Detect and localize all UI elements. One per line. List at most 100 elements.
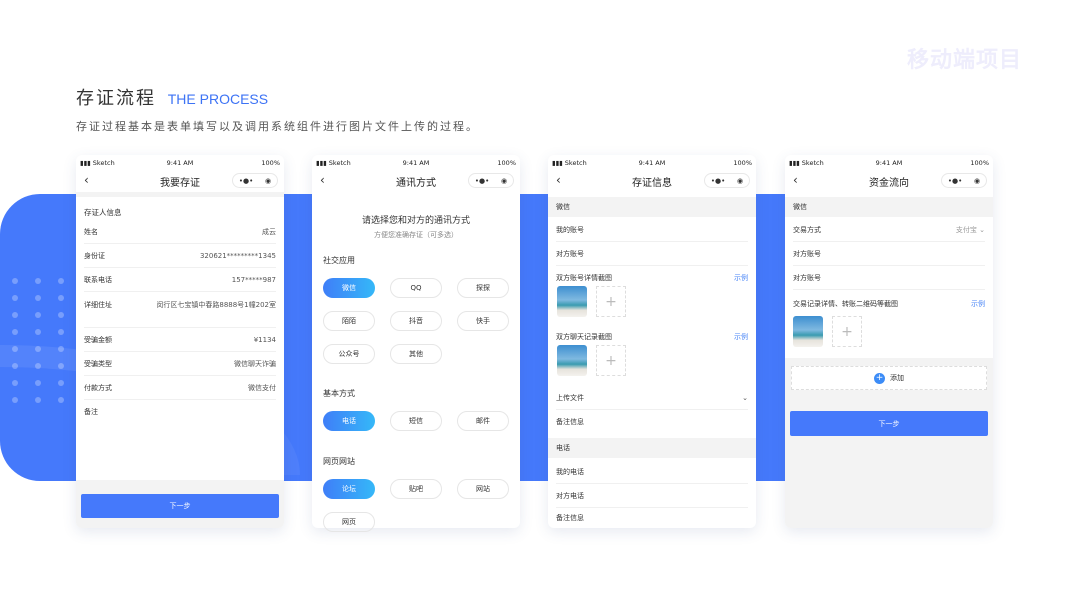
option-chip[interactable]: 探探 [457, 278, 509, 298]
more-icon[interactable]: •●• [475, 177, 489, 185]
example-link[interactable]: 示例 [734, 273, 748, 283]
more-icon[interactable]: •●• [239, 177, 253, 185]
close-icon[interactable]: ◉ [974, 177, 980, 185]
page-subtitle: 存证过程基本是表单填写以及调用系统组件进行图片文件上传的过程。 [76, 120, 479, 133]
upload-label: 上传文件 [556, 393, 584, 402]
capsule-menu: •●• ◉ [468, 173, 514, 188]
thumbnail-image[interactable] [557, 345, 587, 376]
peer-phone-field[interactable]: 对方电话 [556, 484, 748, 508]
peer-account-field[interactable]: 对方账号 [793, 266, 985, 290]
chevron-down-icon: ⌄ [742, 393, 748, 402]
option-chip[interactable]: 微信 [323, 278, 375, 298]
next-button[interactable]: 下一步 [81, 494, 279, 518]
option-chip[interactable]: 抖音 [390, 311, 442, 331]
page-title: 存证流程 THE PROCESS [76, 84, 268, 110]
back-icon[interactable]: ‹ [793, 173, 798, 187]
add-image-button[interactable]: + [832, 316, 862, 347]
label-text: 交易记录详情、转账二维码等截图 [793, 300, 898, 308]
form-row[interactable]: 受骗类型 微信聊天诈骗 [84, 352, 276, 376]
dot [12, 278, 18, 284]
next-button[interactable]: 下一步 [790, 411, 988, 436]
dot [35, 312, 41, 318]
group-header: 电话 [548, 438, 756, 458]
row-label: 付款方式 [84, 383, 112, 392]
option-chip[interactable]: 网页 [323, 512, 375, 532]
group-header: 微信 [548, 197, 756, 217]
upload-label: 交易记录详情、转账二维码等截图 示例 [793, 299, 985, 309]
add-image-button[interactable]: + [596, 345, 626, 376]
dot [35, 380, 41, 386]
dot [58, 312, 64, 318]
row-value: ¥1134 [253, 335, 276, 344]
back-icon[interactable]: ‹ [320, 173, 325, 187]
close-icon[interactable]: ◉ [265, 177, 271, 185]
option-chip[interactable]: 贴吧 [390, 479, 442, 499]
form-row[interactable]: 备注 [84, 400, 276, 424]
battery: 100% [261, 159, 280, 167]
dot [12, 363, 18, 369]
group-title: 基本方式 [323, 389, 355, 398]
dot [35, 295, 41, 301]
option-chip[interactable]: 其他 [390, 344, 442, 364]
option-chip[interactable]: 论坛 [323, 479, 375, 499]
option-chip[interactable]: 电话 [323, 411, 375, 431]
form-row[interactable]: 付款方式 微信支付 [84, 376, 276, 400]
note-field[interactable]: 备注信息 [556, 508, 748, 528]
more-icon[interactable]: •●• [711, 177, 725, 185]
trade-value: 支付宝 ⌄ [955, 225, 985, 234]
phone-screen: ▮▮▮ Sketch 9:41 AM 100% 资金流向 ‹ •●• ◉ 微信 交易方式 支付宝 … [785, 155, 993, 528]
dot-grid [12, 278, 66, 403]
option-chip[interactable]: QQ [390, 278, 442, 298]
add-button[interactable]: + 添加 [791, 366, 987, 390]
dot [12, 380, 18, 386]
option-chip[interactable]: 网站 [457, 479, 509, 499]
label-text: 双方账号详情截图 [556, 274, 612, 282]
status-bar: ▮▮▮ Sketch 9:41 AM 100% [76, 155, 284, 170]
my-phone-field[interactable]: 我的电话 [556, 460, 748, 484]
row-value: 320621*********1345 [199, 251, 276, 260]
example-link[interactable]: 示例 [734, 332, 748, 342]
back-icon[interactable]: ‹ [556, 173, 561, 187]
note-field[interactable]: 备注信息 [556, 410, 748, 434]
form-row[interactable]: 身份证 320621*********1345 [84, 244, 276, 268]
peer-account-field[interactable]: 对方账号 [556, 242, 748, 266]
more-icon[interactable]: •●• [948, 177, 962, 185]
dot [58, 397, 64, 403]
hint: 方便您准确存证（可多选） [374, 231, 458, 239]
form-row[interactable]: 姓名 成云 [84, 220, 276, 244]
my-account-field[interactable]: 我的账号 [556, 218, 748, 242]
option-chip[interactable]: 快手 [457, 311, 509, 331]
group-header: 微信 [785, 197, 993, 217]
thumbnail-image[interactable] [793, 316, 823, 347]
group-title: 网页网站 [323, 457, 355, 466]
plus-icon: + [874, 372, 885, 384]
option-chip[interactable]: 陌陌 [323, 311, 375, 331]
trade-method-select[interactable]: 交易方式 支付宝 ⌄ [793, 218, 985, 242]
add-image-button[interactable]: + [596, 286, 626, 317]
trade-label: 交易方式 [793, 225, 821, 234]
phone-screen: ▮▮▮ Sketch 9:41 AM 100% 我要存证 ‹ •●• ◉ 存证人信息 姓名 成云身… [76, 155, 284, 528]
clock: 9:41 AM [875, 159, 903, 167]
dot [12, 295, 18, 301]
option-chip[interactable]: 公众号 [323, 344, 375, 364]
upload-file-select[interactable]: 上传文件 ⌄ [556, 386, 748, 410]
back-icon[interactable]: ‹ [84, 173, 89, 187]
row-label: 受骗类型 [84, 359, 112, 368]
close-icon[interactable]: ◉ [501, 177, 507, 185]
dot [58, 329, 64, 335]
thumbnail-image[interactable] [557, 286, 587, 317]
battery: 100% [733, 159, 752, 167]
peer-account-field[interactable]: 对方账号 [793, 242, 985, 266]
option-chip[interactable]: 短信 [390, 411, 442, 431]
form-row[interactable]: 详细住址 闵行区七宝镇中春路8888号1幢202室 [84, 292, 276, 328]
form-row[interactable]: 受骗金额 ¥1134 [84, 328, 276, 352]
row-value: 157*****987 [231, 275, 276, 284]
heading: 请选择您和对方的通讯方式 [361, 216, 470, 226]
option-chip[interactable]: 邮件 [457, 411, 509, 431]
example-link[interactable]: 示例 [971, 299, 985, 309]
clock: 9:41 AM [638, 159, 666, 167]
capsule-menu: •●• ◉ [704, 173, 750, 188]
close-icon[interactable]: ◉ [737, 177, 743, 185]
phone-screen: ▮▮▮ Sketch 9:41 AM 100% 通讯方式 ‹ •●• ◉ 请选择您和对方的通讯… [312, 155, 520, 532]
form-row[interactable]: 联系电话 157*****987 [84, 268, 276, 292]
